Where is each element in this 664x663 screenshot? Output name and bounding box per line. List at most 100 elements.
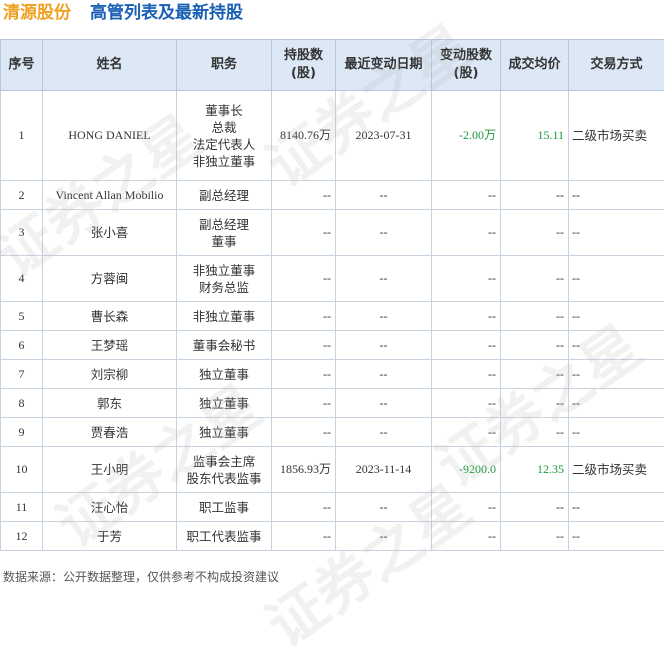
cell-no: 7 xyxy=(1,360,43,389)
position-line: 非独立董事 xyxy=(177,308,271,325)
table-row: 8郭东独立董事---------- xyxy=(1,389,664,418)
cell-price: -- xyxy=(501,389,569,418)
cell-shares: -- xyxy=(272,256,336,302)
cell-change: -- xyxy=(432,418,501,447)
cell-change: -- xyxy=(432,256,501,302)
position-line: 总裁 xyxy=(177,119,271,136)
cell-date: -- xyxy=(336,389,432,418)
cell-positions: 董事会秘书 xyxy=(177,331,272,360)
cell-name: 方蓉闽 xyxy=(43,256,177,302)
position-line: 董事 xyxy=(177,233,271,250)
cell-no: 10 xyxy=(1,447,43,493)
cell-no: 9 xyxy=(1,418,43,447)
cell-method: -- xyxy=(569,331,664,360)
table-row: 10王小明监事会主席股东代表监事1856.93万2023-11-14-9200.… xyxy=(1,447,664,493)
cell-no: 6 xyxy=(1,331,43,360)
position-line: 独立董事 xyxy=(177,424,271,441)
cell-change: -- xyxy=(432,493,501,522)
cell-name: 王小明 xyxy=(43,447,177,493)
cell-no: 4 xyxy=(1,256,43,302)
column-header: 持股数(股) xyxy=(272,40,336,91)
cell-method: -- xyxy=(569,210,664,256)
position-line: 独立董事 xyxy=(177,395,271,412)
cell-positions: 独立董事 xyxy=(177,360,272,389)
table-header-row: 序号姓名职务持股数(股)最近变动日期变动股数(股)成交均价交易方式 xyxy=(1,40,664,91)
cell-date: -- xyxy=(336,522,432,551)
cell-change: -- xyxy=(432,389,501,418)
cell-change: -9200.0 xyxy=(432,447,501,493)
cell-price: -- xyxy=(501,493,569,522)
position-line: 股东代表监事 xyxy=(177,470,271,487)
cell-date: -- xyxy=(336,302,432,331)
cell-date: -- xyxy=(336,256,432,302)
cell-price: -- xyxy=(501,522,569,551)
position-line: 职工监事 xyxy=(177,499,271,516)
table-row: 9贾春浩独立董事---------- xyxy=(1,418,664,447)
table-row: 1HONG DANIEL董事长总裁法定代表人非独立董事8140.76万2023-… xyxy=(1,91,664,181)
table-body: 1HONG DANIEL董事长总裁法定代表人非独立董事8140.76万2023-… xyxy=(1,91,664,551)
cell-change: -2.00万 xyxy=(432,91,501,181)
cell-no: 3 xyxy=(1,210,43,256)
cell-positions: 非独立董事 xyxy=(177,302,272,331)
cell-shares: -- xyxy=(272,418,336,447)
cell-shares: -- xyxy=(272,389,336,418)
table-row: 6王梦瑶董事会秘书---------- xyxy=(1,331,664,360)
cell-name: 贾春浩 xyxy=(43,418,177,447)
cell-price: -- xyxy=(501,418,569,447)
cell-change: -- xyxy=(432,181,501,210)
cell-method: 二级市场买卖 xyxy=(569,447,664,493)
position-line: 非独立董事 xyxy=(177,262,271,279)
cell-positions: 监事会主席股东代表监事 xyxy=(177,447,272,493)
table-row: 3张小喜副总经理董事---------- xyxy=(1,210,664,256)
company-name: 清源股份 xyxy=(3,0,71,28)
position-line: 财务总监 xyxy=(177,279,271,296)
data-source-note: 数据来源：公开数据整理，仅供参考不构成投资建议 xyxy=(3,568,279,585)
table-row: 4方蓉闽非独立董事财务总监---------- xyxy=(1,256,664,302)
cell-name: 郭东 xyxy=(43,389,177,418)
table-row: 2Vincent Allan Mobilio副总经理---------- xyxy=(1,181,664,210)
cell-price: -- xyxy=(501,210,569,256)
position-line: 监事会主席 xyxy=(177,453,271,470)
cell-positions: 职工监事 xyxy=(177,493,272,522)
cell-method: -- xyxy=(569,418,664,447)
cell-shares: -- xyxy=(272,493,336,522)
cell-date: -- xyxy=(336,418,432,447)
cell-positions: 独立董事 xyxy=(177,418,272,447)
cell-method: -- xyxy=(569,389,664,418)
cell-shares: -- xyxy=(272,360,336,389)
cell-no: 11 xyxy=(1,493,43,522)
cell-change: -- xyxy=(432,210,501,256)
cell-date: -- xyxy=(336,210,432,256)
cell-price: -- xyxy=(501,331,569,360)
cell-change: -- xyxy=(432,331,501,360)
cell-price: -- xyxy=(501,360,569,389)
cell-no: 5 xyxy=(1,302,43,331)
cell-change: -- xyxy=(432,360,501,389)
cell-no: 8 xyxy=(1,389,43,418)
table-row: 11汪心怡职工监事---------- xyxy=(1,493,664,522)
cell-change: -- xyxy=(432,302,501,331)
column-header: 成交均价 xyxy=(501,40,569,91)
column-header: 序号 xyxy=(1,40,43,91)
cell-positions: 非独立董事财务总监 xyxy=(177,256,272,302)
cell-date: -- xyxy=(336,331,432,360)
cell-no: 12 xyxy=(1,522,43,551)
cell-no: 2 xyxy=(1,181,43,210)
cell-positions: 职工代表监事 xyxy=(177,522,272,551)
cell-method: -- xyxy=(569,181,664,210)
cell-date: -- xyxy=(336,493,432,522)
cell-price: -- xyxy=(501,256,569,302)
table-row: 7刘宗柳独立董事---------- xyxy=(1,360,664,389)
cell-shares: 1856.93万 xyxy=(272,447,336,493)
cell-method: -- xyxy=(569,493,664,522)
position-line: 副总经理 xyxy=(177,187,271,204)
cell-positions: 董事长总裁法定代表人非独立董事 xyxy=(177,91,272,181)
cell-name: 张小喜 xyxy=(43,210,177,256)
table-row: 5曹长森非独立董事---------- xyxy=(1,302,664,331)
cell-shares: -- xyxy=(272,302,336,331)
position-line: 副总经理 xyxy=(177,216,271,233)
column-header: 变动股数(股) xyxy=(432,40,501,91)
cell-positions: 副总经理 xyxy=(177,181,272,210)
cell-name: 王梦瑶 xyxy=(43,331,177,360)
cell-price: -- xyxy=(501,181,569,210)
